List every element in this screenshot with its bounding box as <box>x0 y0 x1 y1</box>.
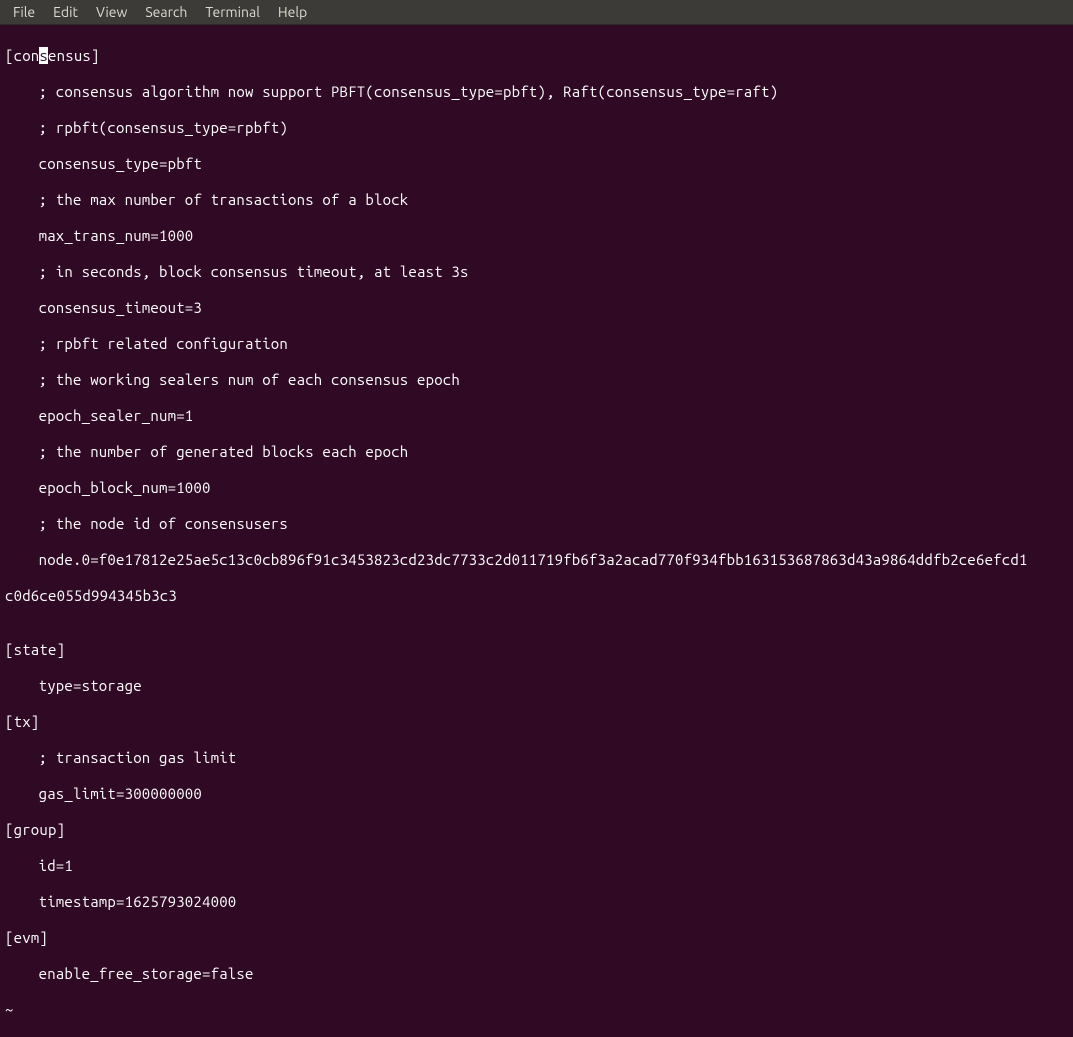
text: gas_limit=300000000 <box>39 785 202 802</box>
text: ; rpbft related configuration <box>39 335 288 352</box>
text: timestamp=1625793024000 <box>39 893 237 910</box>
text: ; transaction gas limit <box>39 749 237 766</box>
menu-view[interactable]: View <box>87 0 136 24</box>
config-line: [tx] <box>5 713 1068 731</box>
text: c0d6ce055d994345b3c3 <box>5 587 177 604</box>
config-line: consensus_timeout=3 <box>5 299 1068 317</box>
text: epoch_sealer_num=1 <box>39 407 194 424</box>
config-line: ; rpbft(consensus_type=rpbft) <box>5 119 1068 137</box>
text: max_trans_num=1000 <box>39 227 194 244</box>
text: enable_free_storage=false <box>39 965 254 982</box>
text: [tx] <box>5 713 39 730</box>
text: type=storage <box>39 677 142 694</box>
config-line: node.0=f0e17812e25ae5c13c0cb896f91c34538… <box>5 551 1068 569</box>
config-line: [evm] <box>5 929 1068 947</box>
config-line: ; the node id of consensusers <box>5 515 1068 533</box>
config-line: ; rpbft related configuration <box>5 335 1068 353</box>
menu-help[interactable]: Help <box>269 0 316 24</box>
text: ; the number of generated blocks each ep… <box>39 443 409 460</box>
config-line: type=storage <box>5 677 1068 695</box>
config-line: ; transaction gas limit <box>5 749 1068 767</box>
config-line: id=1 <box>5 857 1068 875</box>
text: ; consensus algorithm now support PBFT(c… <box>39 83 779 100</box>
text: ; rpbft(consensus_type=rpbft) <box>39 119 288 136</box>
text: ; the working sealers num of each consen… <box>39 371 460 388</box>
text: [con <box>5 47 39 64</box>
config-line: c0d6ce055d994345b3c3 <box>5 587 1068 605</box>
menu-terminal[interactable]: Terminal <box>196 0 269 24</box>
text: node.0=f0e17812e25ae5c13c0cb896f91c34538… <box>39 551 1028 568</box>
text: [state] <box>5 641 65 658</box>
config-line: ; the number of generated blocks each ep… <box>5 443 1068 461</box>
config-line: timestamp=1625793024000 <box>5 893 1068 911</box>
config-line: [consensus] <box>5 47 1068 65</box>
text: id=1 <box>39 857 73 874</box>
text: ; the max number of transactions of a bl… <box>39 191 409 208</box>
config-line: ; the max number of transactions of a bl… <box>5 191 1068 209</box>
config-line: ; in seconds, block consensus timeout, a… <box>5 263 1068 281</box>
config-line: ; the working sealers num of each consen… <box>5 371 1068 389</box>
vim-tilde: ~ <box>5 1001 1068 1019</box>
config-line: ; consensus algorithm now support PBFT(c… <box>5 83 1068 101</box>
text: [group] <box>5 821 65 838</box>
menubar: File Edit View Search Terminal Help <box>0 0 1073 25</box>
text: ; in seconds, block consensus timeout, a… <box>39 263 469 280</box>
text: ~ <box>5 1001 14 1018</box>
menu-file[interactable]: File <box>4 0 44 24</box>
terminal-area[interactable]: [consensus] ; consensus algorithm now su… <box>0 25 1073 1037</box>
config-line: gas_limit=300000000 <box>5 785 1068 803</box>
config-line: epoch_sealer_num=1 <box>5 407 1068 425</box>
cursor: s <box>39 47 48 64</box>
config-line: epoch_block_num=1000 <box>5 479 1068 497</box>
config-line: consensus_type=pbft <box>5 155 1068 173</box>
config-line: enable_free_storage=false <box>5 965 1068 983</box>
text: consensus_type=pbft <box>39 155 202 172</box>
menu-edit[interactable]: Edit <box>44 0 87 24</box>
text: ; the node id of consensusers <box>39 515 288 532</box>
config-line: [state] <box>5 641 1068 659</box>
text: ensus] <box>48 47 100 64</box>
menu-search[interactable]: Search <box>136 0 196 24</box>
config-line: max_trans_num=1000 <box>5 227 1068 245</box>
text: [evm] <box>5 929 48 946</box>
text: epoch_block_num=1000 <box>39 479 211 496</box>
config-line: [group] <box>5 821 1068 839</box>
text: consensus_timeout=3 <box>39 299 202 316</box>
